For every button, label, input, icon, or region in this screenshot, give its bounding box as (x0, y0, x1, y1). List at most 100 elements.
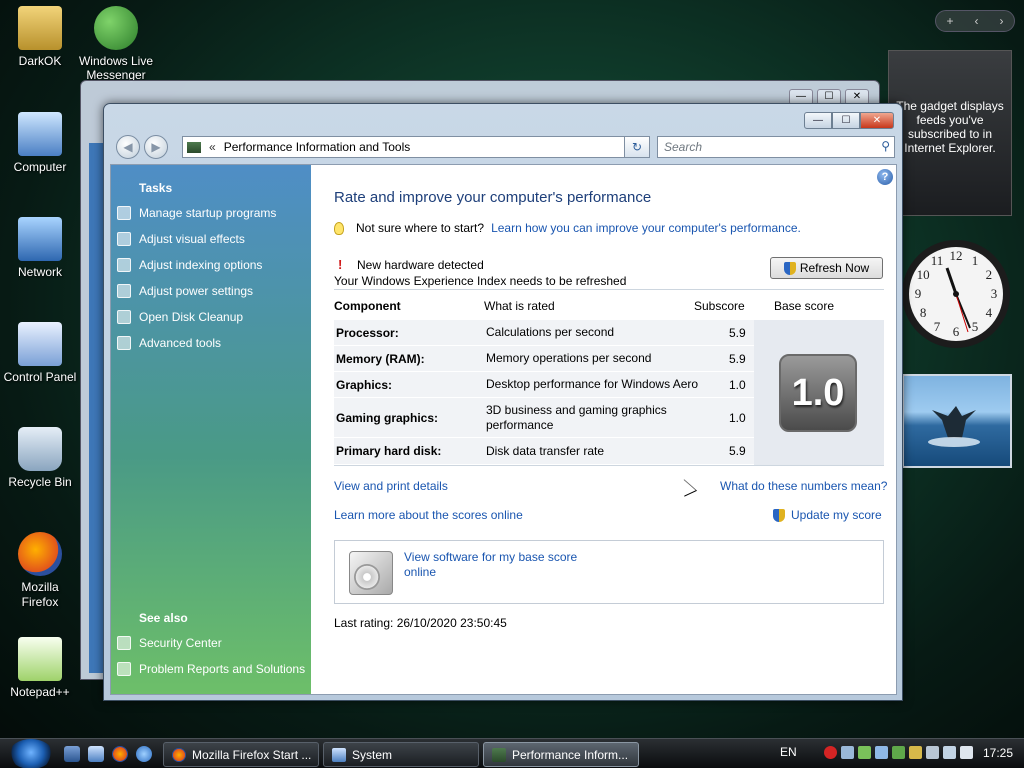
clock-numeral: 1 (972, 253, 979, 268)
sidebar-item-disk-cleanup[interactable]: Open Disk Cleanup (117, 310, 243, 324)
sidebar-item-visual-effects[interactable]: Adjust visual effects (117, 232, 245, 246)
clock-numeral: 8 (920, 305, 927, 320)
refresh-now-button[interactable]: Refresh Now (770, 257, 883, 279)
forward-button[interactable]: ▶ (144, 135, 168, 159)
sidebar-item-power-settings[interactable]: Adjust power settings (117, 284, 253, 298)
indexing-icon (117, 258, 131, 272)
taskbar-clock[interactable]: 17:25 (983, 746, 1013, 760)
problem-reports-icon (117, 662, 131, 676)
refresh-button[interactable]: ↻ (624, 136, 650, 158)
tip-row: Not sure where to start? Learn how you c… (334, 221, 801, 235)
update-tray-icon[interactable] (892, 746, 905, 759)
breadcrumb-chevron[interactable]: « (209, 140, 216, 154)
task-pane: Tasks Manage startup programs Adjust vis… (111, 165, 311, 694)
clock-numeral: 11 (931, 253, 944, 268)
next-gadget-button[interactable]: › (999, 14, 1003, 28)
see-also-heading: See also (139, 611, 188, 625)
desktop-icon-notepad-plus-plus[interactable]: Notepad++ (0, 637, 80, 699)
desktop-icon-network[interactable]: Network (0, 217, 80, 279)
desktop-icon-label: Computer (13, 160, 67, 174)
back-button[interactable]: ◀ (116, 135, 140, 159)
desktop-icon-label: Windows Live Messenger (78, 54, 154, 82)
sidebar-item-label: Adjust visual effects (139, 232, 245, 246)
volume-icon[interactable] (960, 746, 973, 759)
desktop-icon-firefox[interactable]: Mozilla Firefox (0, 532, 80, 610)
task-performance[interactable]: Performance Inform... (483, 742, 639, 767)
sidebar-item-advanced-tools[interactable]: Advanced tools (117, 336, 221, 350)
slideshow-gadget[interactable] (902, 374, 1012, 468)
component-cell: Memory (RAM): (336, 351, 425, 366)
view-software-link[interactable]: View software for my base score online (404, 550, 594, 580)
divider (334, 465, 884, 466)
add-gadget-button[interactable]: + (946, 14, 953, 28)
computer-icon (18, 112, 62, 156)
what-numbers-mean-link[interactable]: What do these numbers mean? (720, 479, 887, 493)
window-controls: — ☐ ✕ (804, 112, 894, 129)
clock-numeral: 10 (917, 267, 930, 282)
subscore-cell: 1.0 (729, 410, 746, 425)
maximize-button[interactable]: ☐ (832, 112, 860, 129)
sidebar-item-startup-programs[interactable]: Manage startup programs (117, 206, 276, 220)
internet-explorer-icon[interactable] (136, 746, 152, 762)
clock-numeral: 3 (991, 286, 998, 301)
messenger-tray-icon[interactable] (858, 746, 871, 759)
folder-icon (18, 6, 62, 50)
clock-gadget[interactable]: 12 1 2 3 4 5 6 7 8 9 10 11 (900, 232, 1010, 356)
network-status-icon[interactable] (943, 746, 956, 759)
table-row: Gaming graphics: 3D business and gaming … (334, 398, 754, 438)
lightbulb-icon (334, 221, 344, 235)
address-bar[interactable]: « Performance Information and Tools ▼ (182, 136, 650, 158)
clock-numeral: 9 (915, 286, 922, 301)
main-panel: ? Rate and improve your computer's perfo… (311, 165, 896, 694)
search-icon[interactable]: ⚲ (881, 139, 890, 153)
task-label: Performance Inform... (512, 747, 629, 762)
battery-tray-icon[interactable] (926, 746, 939, 759)
firefox-icon[interactable] (112, 746, 128, 762)
desktop-icon-label: Recycle Bin (8, 475, 72, 489)
content-area: Tasks Manage startup programs Adjust vis… (110, 164, 897, 695)
improve-performance-link[interactable]: Learn how you can improve your computer'… (491, 221, 801, 235)
table-row: Graphics: Desktop performance for Window… (334, 372, 754, 398)
feed-headlines-gadget[interactable]: The gadget displays feeds you've subscri… (888, 50, 1012, 216)
switch-windows-icon[interactable] (88, 746, 104, 762)
shield-icon (117, 232, 131, 246)
minimize-button[interactable]: — (804, 112, 832, 129)
sidebar-item-problem-reports[interactable]: Problem Reports and Solutions (117, 662, 305, 676)
view-print-details-link[interactable]: View and print details (334, 479, 448, 493)
language-indicator[interactable]: EN (780, 745, 797, 759)
update-score-link[interactable]: Update my score (773, 508, 882, 522)
last-rating-text: Last rating: 26/10/2020 23:50:45 (334, 616, 507, 630)
performance-window[interactable]: — ☐ ✕ ◀ ▶ « Performance Information and … (103, 103, 903, 701)
sidebar-item-label: Advanced tools (139, 336, 222, 350)
desktop-icon-label: Network (17, 265, 62, 279)
component-cell: Primary hard disk: (336, 444, 442, 458)
device-tray-icon[interactable] (875, 746, 888, 759)
desktop-icon-control-panel[interactable]: Control Panel (0, 322, 80, 384)
sidebar-item-security-center[interactable]: Security Center (117, 636, 222, 650)
desktop-icon-messenger[interactable]: Windows Live Messenger (76, 6, 156, 82)
learn-more-scores-link[interactable]: Learn more about the scores online (334, 508, 523, 522)
breadcrumb-path[interactable]: Performance Information and Tools (224, 140, 411, 154)
search-placeholder: Search (664, 140, 703, 154)
messenger-icon (94, 6, 138, 50)
desktop-icon-darkok[interactable]: DarkOK (0, 6, 80, 68)
start-button[interactable] (9, 739, 53, 768)
rated-cell: 3D business and gaming graphics performa… (486, 402, 667, 432)
task-firefox[interactable]: Mozilla Firefox Start ... (163, 742, 319, 767)
prev-gadget-button[interactable]: ‹ (974, 14, 978, 28)
help-icon[interactable]: ? (877, 169, 893, 185)
tip-text: Not sure where to start? (356, 221, 485, 235)
sidebar-item-indexing-options[interactable]: Adjust indexing options (117, 258, 262, 272)
notepad-tray-icon[interactable] (909, 746, 922, 759)
close-button[interactable]: ✕ (860, 112, 894, 129)
disk-cleanup-icon (117, 310, 131, 324)
desktop-icon-computer[interactable]: Computer (0, 112, 80, 174)
column-header-subscore: Subscore (694, 299, 745, 313)
show-desktop-icon[interactable] (64, 746, 80, 762)
search-input[interactable]: Search ⚲ (657, 136, 895, 158)
security-alert-icon[interactable] (824, 746, 837, 759)
network-tray-icon[interactable] (841, 746, 854, 759)
desktop-icon-recycle-bin[interactable]: Recycle Bin (0, 427, 80, 489)
performance-icon (492, 747, 506, 762)
task-system[interactable]: System (323, 742, 479, 767)
